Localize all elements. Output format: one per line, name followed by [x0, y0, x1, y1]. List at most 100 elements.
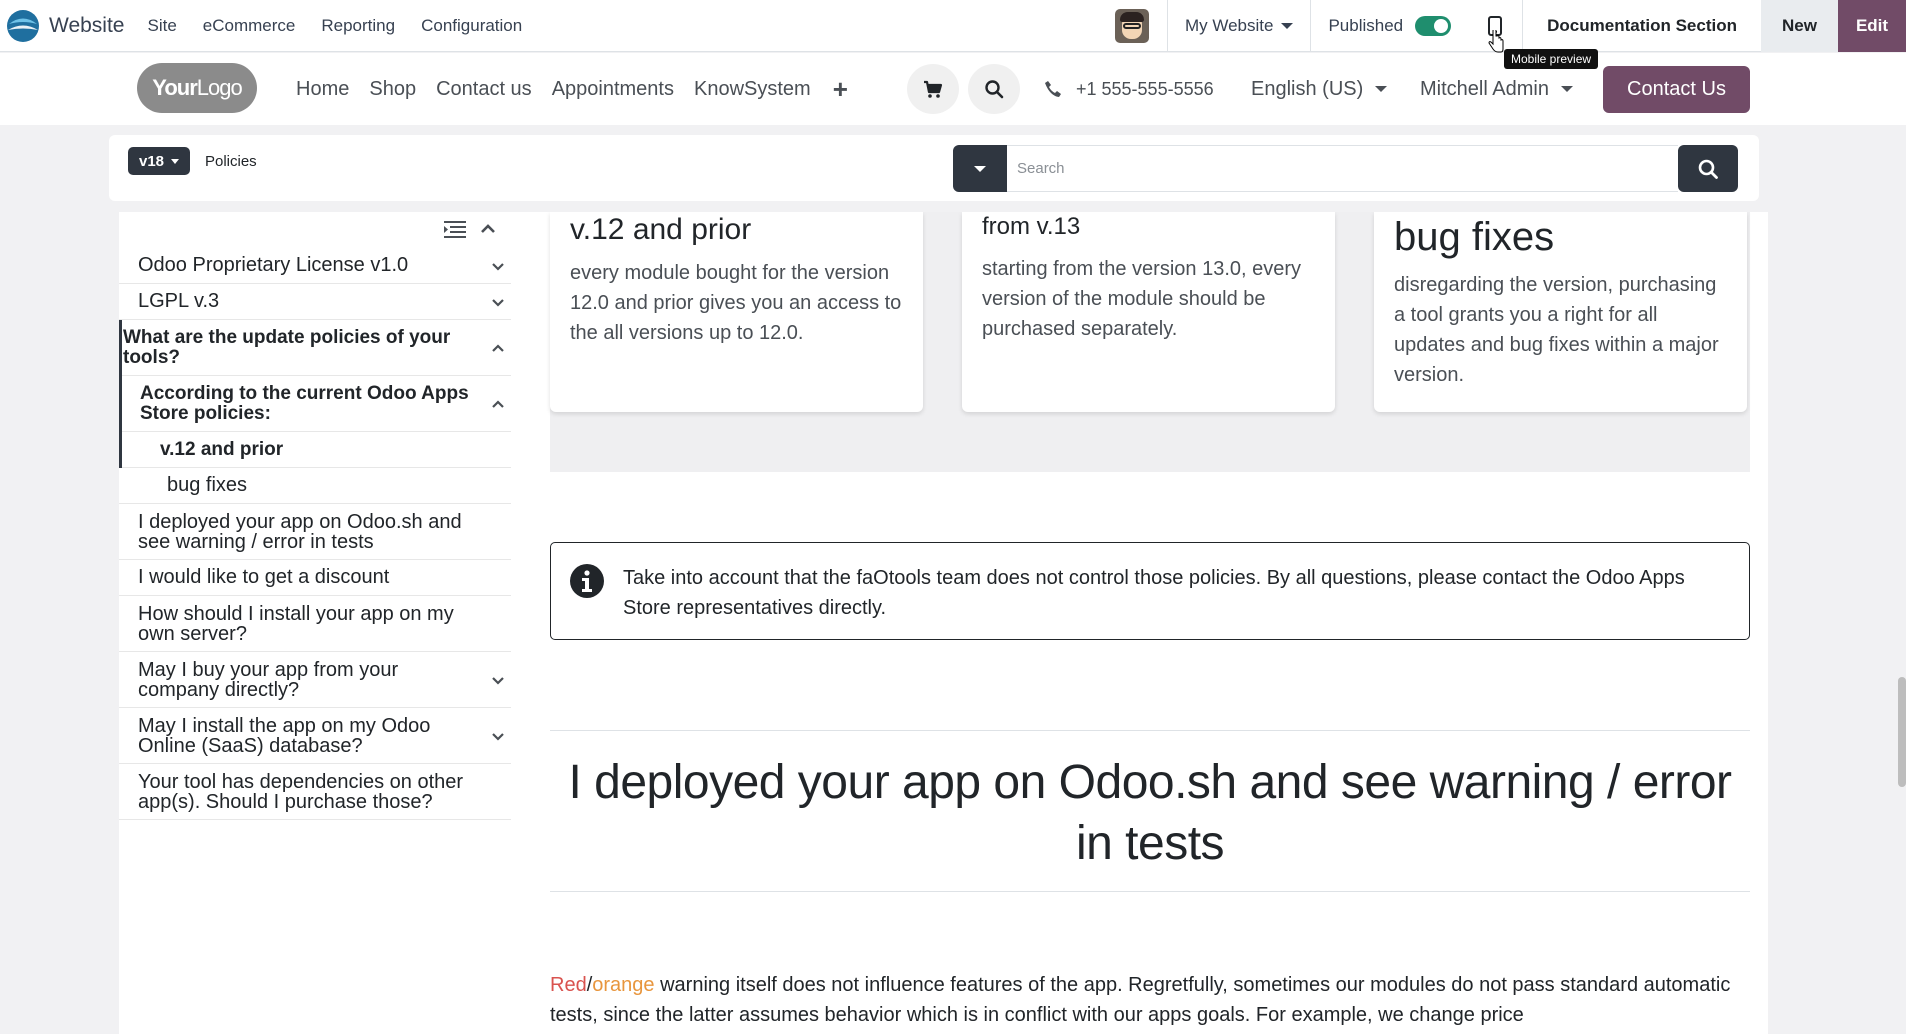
language-selector[interactable]: English (US): [1251, 53, 1388, 125]
toc-item-label: I deployed your app on Odoo.sh and see w…: [138, 510, 462, 553]
toc-item-label: Your tool has dependencies on other app(…: [138, 770, 464, 813]
app-brand[interactable]: Website: [0, 0, 124, 51]
toc-item[interactable]: I deployed your app on Odoo.sh and see w…: [119, 504, 511, 560]
caret-down-icon: [974, 165, 986, 172]
chevron-down-icon[interactable]: [491, 673, 505, 687]
alert-text: Take into account that the faOtools team…: [623, 567, 1685, 619]
toc-item[interactable]: v.12 and prior: [122, 432, 511, 468]
documentation-section-button[interactable]: Documentation Section: [1523, 0, 1761, 52]
toc-item-label: bug fixes: [167, 474, 248, 496]
nav-home[interactable]: Home: [286, 78, 359, 101]
cart-button[interactable]: [907, 64, 959, 114]
orange-word: orange: [592, 974, 655, 996]
nav-contact-us[interactable]: Contact us: [426, 78, 542, 101]
toc-list-icon[interactable]: [444, 220, 466, 238]
toc-item-label: LGPL v.3: [138, 290, 220, 312]
toc-item-label: v.12 and prior: [160, 438, 284, 460]
toc-active-branch: What are the update policies of your too…: [119, 320, 511, 468]
toc-item[interactable]: How should I install your app on my own …: [119, 596, 511, 652]
chevron-up-icon[interactable]: [491, 397, 505, 411]
published-toggle[interactable]: Published: [1311, 0, 1468, 52]
card-title: bug fixes: [1394, 215, 1555, 259]
nav-knowsystem[interactable]: KnowSystem: [684, 78, 821, 101]
phone-number: +1 555-555-5556: [1076, 78, 1214, 99]
toc-item-label: May I buy your app from your company dir…: [138, 658, 399, 701]
divider: [550, 891, 1750, 892]
odoo-website-logo-icon: [7, 9, 39, 42]
body-rest: warning itself does not influence featur…: [550, 974, 1731, 1026]
toc-item[interactable]: Odoo Proprietary License v1.0: [119, 248, 511, 284]
policy-card: from v.13 starting from the version 13.0…: [962, 212, 1335, 412]
admin-menu: Site eCommerce Reporting Configuration: [134, 16, 535, 36]
admin-navbar: Website Site eCommerce Reporting Configu…: [0, 0, 1906, 52]
toc-item-label: I would like to get a discount: [138, 566, 390, 588]
toc-item[interactable]: Your tool has dependencies on other app(…: [119, 764, 511, 820]
caret-down-icon: [1375, 86, 1388, 92]
chevron-down-icon[interactable]: [491, 729, 505, 743]
menu-reporting[interactable]: Reporting: [308, 16, 408, 36]
language-label: English (US): [1251, 77, 1364, 100]
new-button[interactable]: New: [1761, 0, 1838, 52]
mobile-preview-tooltip: Mobile preview: [1504, 49, 1599, 69]
add-menu-plus-icon[interactable]: +: [821, 74, 860, 105]
chevron-down-icon[interactable]: [491, 295, 505, 309]
toc-item-label: Odoo Proprietary License v1.0: [138, 254, 409, 276]
version-label: v18: [138, 152, 165, 170]
toc-item[interactable]: According to the current Odoo Apps Store…: [122, 376, 511, 432]
user-avatar[interactable]: [1114, 9, 1149, 43]
policy-card: bug fixes disregarding the version, purc…: [1374, 212, 1747, 412]
card-text: every module bought for the version 12.0…: [570, 262, 902, 344]
edit-button[interactable]: Edit: [1838, 0, 1906, 52]
info-icon: [570, 564, 604, 598]
search-input[interactable]: [1007, 145, 1678, 192]
menu-site[interactable]: Site: [134, 16, 189, 36]
chevron-up-icon[interactable]: [479, 220, 497, 238]
user-name: Mitchell Admin: [1420, 77, 1549, 100]
mouse-pointer-icon: [1488, 30, 1504, 53]
website-header: Your Logo Home Shop Contact us Appointmen…: [0, 53, 1906, 125]
toc-item[interactable]: What are the update policies of your too…: [122, 320, 511, 376]
breadcrumb[interactable]: Policies: [205, 153, 257, 170]
doc-search: [953, 145, 1738, 192]
phone-icon: [1045, 81, 1061, 97]
toc-item-label: How should I install your app on my own …: [138, 602, 454, 645]
toc-item[interactable]: bug fixes: [119, 468, 511, 504]
site-logo[interactable]: Your Logo: [137, 63, 257, 113]
chevron-up-icon[interactable]: [491, 341, 505, 355]
toggle-switch[interactable]: [1415, 16, 1452, 36]
app-name: Website: [49, 13, 125, 37]
site-navigation: Home Shop Contact us Appointments KnowSy…: [286, 53, 860, 125]
toc-item[interactable]: LGPL v.3: [119, 284, 511, 320]
chevron-down-icon[interactable]: [491, 259, 505, 273]
toc-item[interactable]: May I buy your app from your company dir…: [119, 652, 511, 708]
toc-tools: [119, 212, 511, 248]
section-title: I deployed your app on Odoo.sh and see w…: [568, 756, 1732, 870]
toc-item-label: According to the current Odoo Apps Store…: [140, 382, 469, 424]
caret-down-icon: [1281, 23, 1294, 29]
contact-us-button[interactable]: Contact Us: [1603, 66, 1750, 113]
search-filter-dropdown[interactable]: [953, 145, 1007, 192]
nav-appointments[interactable]: Appointments: [542, 78, 684, 101]
cart-icon: [924, 80, 943, 98]
toc-item[interactable]: May I install the app on my Odoo Online …: [119, 708, 511, 764]
page-scrollbar[interactable]: [1898, 677, 1906, 787]
toc-item-label: May I install the app on my Odoo Online …: [138, 714, 431, 757]
search-submit-button[interactable]: [1678, 145, 1738, 192]
nav-shop[interactable]: Shop: [359, 78, 426, 101]
version-selector[interactable]: v18: [128, 147, 190, 175]
toc-item[interactable]: I would like to get a discount: [119, 560, 511, 596]
red-word: Red: [550, 974, 587, 996]
search-icon: [1698, 159, 1718, 179]
logo-text-light: Logo: [196, 75, 243, 100]
card-title: from v.13: [982, 213, 1081, 240]
logo-text-bold: Your: [152, 75, 197, 100]
menu-configuration[interactable]: Configuration: [408, 16, 535, 36]
divider: [550, 730, 1750, 731]
website-switcher[interactable]: My Website: [1168, 0, 1311, 52]
site-phone[interactable]: +1 555-555-5556: [1044, 53, 1214, 125]
search-icon: [985, 80, 1004, 99]
search-toggle-button[interactable]: [968, 64, 1020, 114]
menu-ecommerce[interactable]: eCommerce: [190, 16, 309, 36]
table-of-contents: Odoo Proprietary License v1.0 LGPL v.3 W…: [119, 212, 511, 820]
section-body-text: Red/orange warning itself does not influ…: [550, 970, 1750, 1030]
